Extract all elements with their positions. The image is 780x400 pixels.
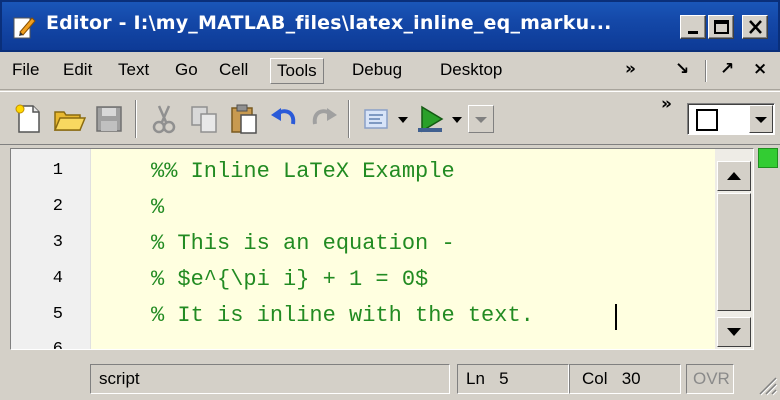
swatch-box [696,109,718,131]
menu-file[interactable]: File [6,58,45,84]
editor-pane[interactable]: 1 2 3 4 5 6 %% Inline LaTeX Example % % … [10,148,754,350]
more-menus-icon[interactable]: » [625,59,636,79]
toolbar-separator [135,100,137,138]
undo-icon[interactable] [267,102,301,136]
resize-grip-icon[interactable] [754,372,778,396]
menu-desktop[interactable]: Desktop [434,58,508,84]
menu-bar: File Edit Text Go Cell Tools Debug Deskt… [0,52,780,90]
vertical-scrollbar[interactable] [715,149,753,349]
chevron-down-icon [727,328,741,336]
chevron-up-icon [727,172,741,180]
evaluate-cell-icon[interactable] [360,102,394,136]
dock-icon[interactable]: ↘ [675,59,689,79]
menu-tools[interactable]: Tools [270,58,324,84]
menu-edit[interactable]: Edit [57,58,98,84]
undock-icon[interactable]: ↗ [720,59,734,79]
code-line[interactable]: % This is an equation - [151,231,455,267]
window-title: Editor - I:\my_MATLAB_files\latex_inline… [46,12,612,34]
close-document-icon[interactable]: × [753,59,767,79]
code-line[interactable]: % $e^{\pi i} + 1 = 0$ [151,267,428,303]
title-bar: Editor - I:\my_MATLAB_files\latex_inline… [0,0,780,52]
menu-text[interactable]: Text [112,58,155,84]
run-dropdown-icon[interactable] [450,102,464,136]
status-mode: script [90,364,450,394]
menu-go[interactable]: Go [169,58,204,84]
line-number: 6 [52,340,63,350]
maximize-button[interactable] [708,15,734,39]
toolbar: » [0,91,780,145]
scroll-down-button[interactable] [717,317,751,347]
chevron-down-icon [475,117,487,123]
line-number: 5 [52,305,63,324]
line-value: 5 [499,369,509,388]
line-number: 4 [52,269,63,288]
menu-cell[interactable]: Cell [213,58,254,84]
minimize-button[interactable] [680,15,706,39]
run-icon[interactable] [414,102,448,136]
new-file-icon[interactable] [12,102,46,136]
menu-debug[interactable]: Debug [346,58,408,84]
toolbar-view-dropdown[interactable] [687,103,775,135]
scroll-thumb[interactable] [717,193,751,311]
paste-icon[interactable] [227,102,261,136]
copy-icon[interactable] [187,102,221,136]
evaluate-dropdown-icon[interactable] [396,102,410,136]
analysis-status-indicator[interactable] [758,148,778,168]
status-column: Col 30 [569,364,681,394]
code-line[interactable]: % [151,195,164,231]
save-icon[interactable] [92,102,126,136]
redo-icon[interactable] [307,102,341,136]
minimize-icon [688,31,698,34]
chevron-down-icon [755,117,767,123]
line-number-gutter: 1 2 3 4 5 6 [11,149,91,350]
close-icon [749,20,762,34]
close-button[interactable] [742,15,768,39]
column-label: Col [582,369,608,388]
status-bar: script Ln 5 Col 30 OVR [0,358,780,400]
line-number: 3 [52,233,63,252]
code-line[interactable]: % It is inline with the text. [151,303,534,339]
line-number: 1 [52,161,63,180]
tool-dropdown-button[interactable] [468,105,494,133]
line-label: Ln [466,369,485,388]
code-area[interactable]: %% Inline LaTeX Example % % This is an e… [91,149,715,349]
column-value: 30 [621,369,641,388]
editor-app-icon [13,17,36,39]
toolbar-separator [348,100,350,138]
code-line[interactable]: %% Inline LaTeX Example [151,159,455,195]
menu-separator [705,60,707,82]
status-line: Ln 5 [457,364,569,394]
status-overwrite: OVR [686,364,734,394]
scroll-up-button[interactable] [717,161,751,191]
open-folder-icon[interactable] [52,102,86,136]
maximize-icon [714,20,729,34]
cut-icon[interactable] [147,102,181,136]
toolbar-overflow-icon[interactable]: » [661,94,672,114]
dropdown-arrow-button[interactable] [749,105,773,133]
text-caret [615,304,617,330]
line-number: 2 [52,197,63,216]
